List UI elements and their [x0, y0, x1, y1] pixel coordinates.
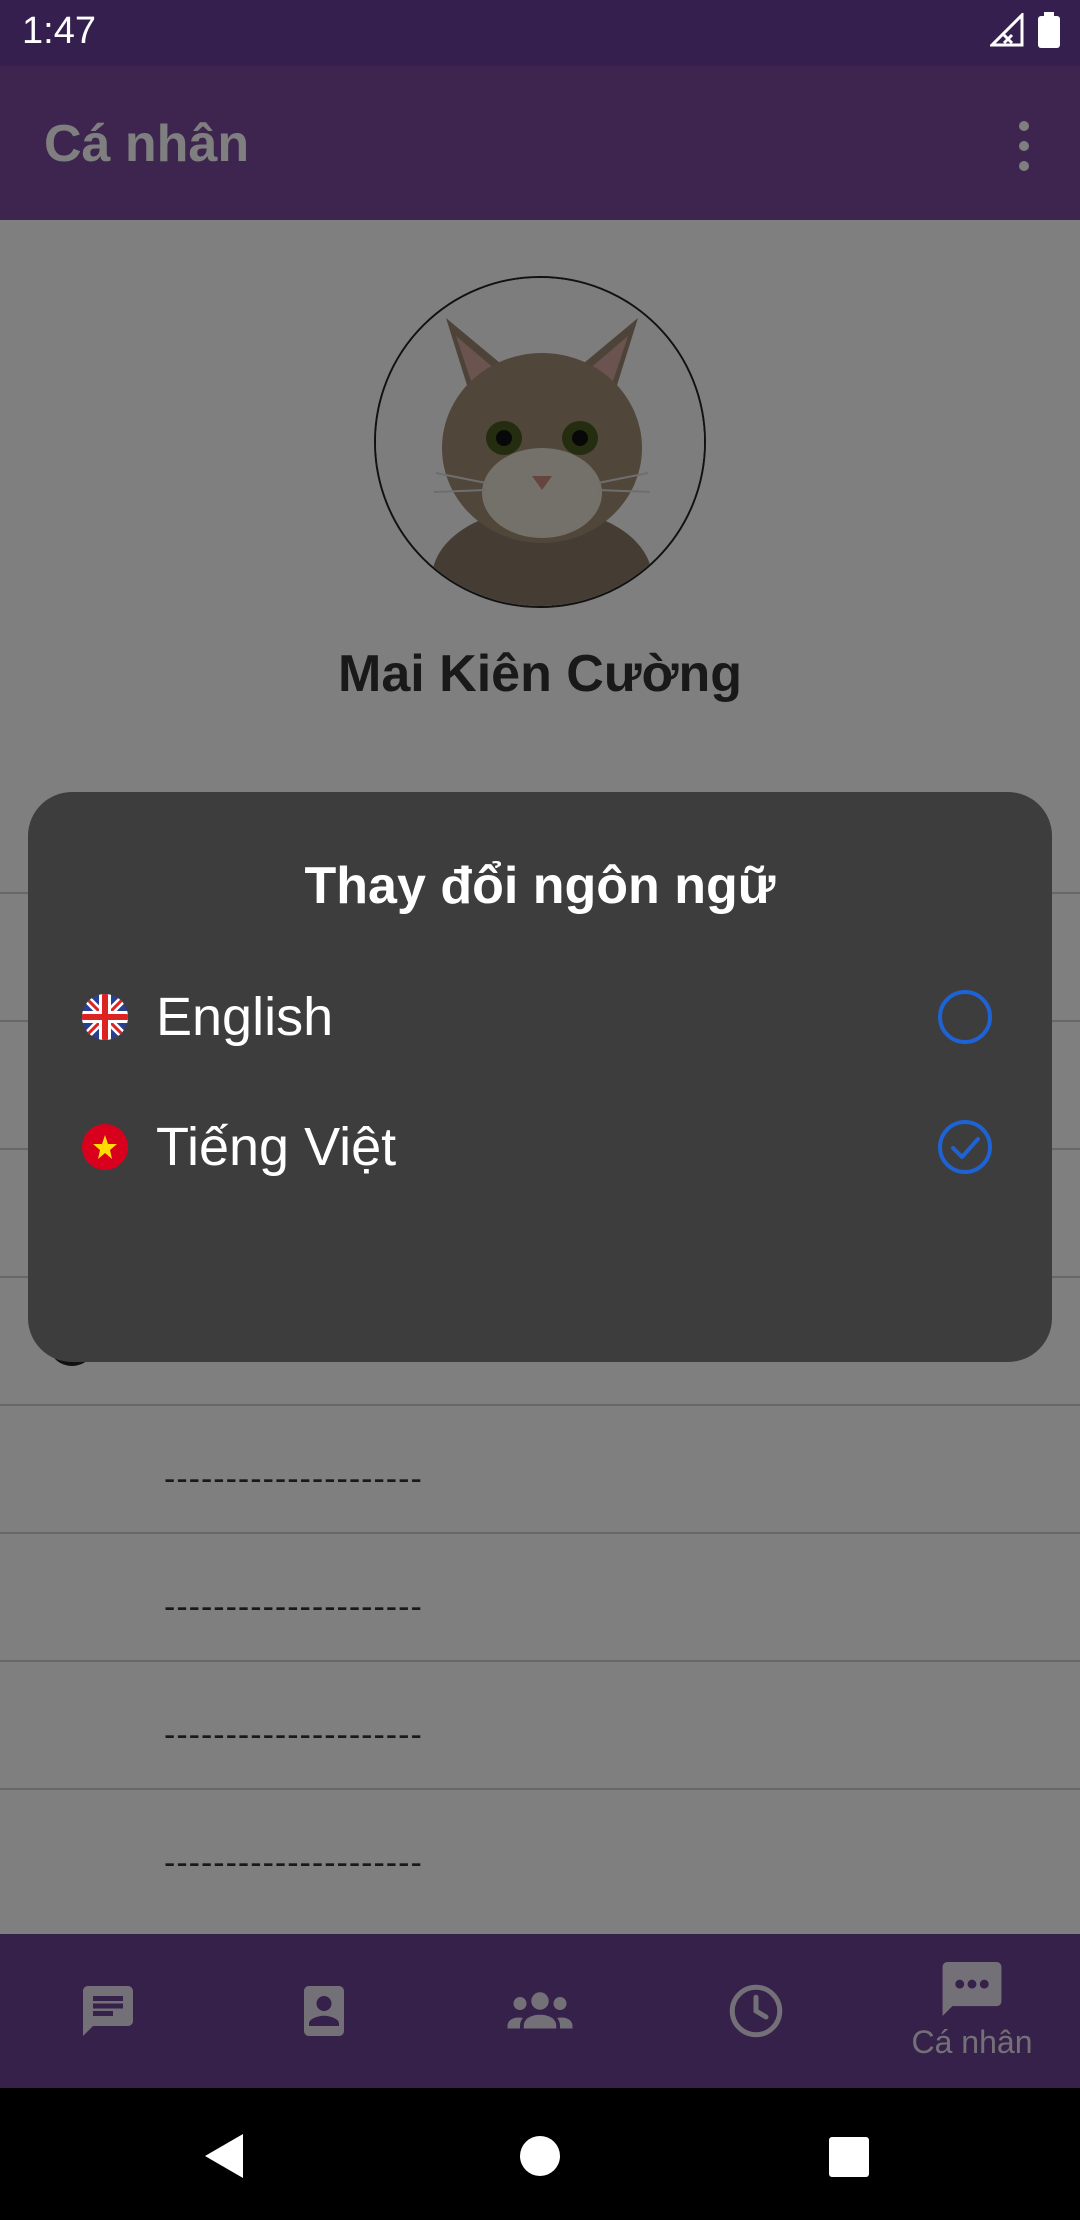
system-navigation-bar: [0, 2088, 1080, 2220]
language-option-vietnamese[interactable]: Tiếng Việt: [28, 1094, 1052, 1204]
recents-icon[interactable]: [829, 2137, 869, 2177]
signal-icon: [990, 13, 1024, 47]
uk-flag-icon: [82, 994, 128, 1040]
status-icons: [990, 12, 1060, 48]
dialog-title: Thay đổi ngôn ngữ: [304, 857, 776, 915]
home-icon[interactable]: [520, 2136, 560, 2176]
radio-checked-icon[interactable]: [936, 1118, 994, 1176]
language-label: English: [156, 987, 334, 1047]
status-bar: 1:47: [0, 0, 1080, 66]
radio-unchecked-icon[interactable]: [936, 988, 994, 1046]
language-label: Tiếng Việt: [156, 1117, 397, 1177]
status-time: 1:47: [22, 10, 96, 52]
battery-icon: [1038, 12, 1060, 48]
language-option-english[interactable]: English: [28, 964, 1052, 1074]
vietnam-flag-icon: [82, 1124, 128, 1170]
language-dialog: Thay đổi ngôn ngữ English Tiếng Việt: [28, 792, 1052, 1362]
back-icon[interactable]: [205, 2134, 245, 2178]
